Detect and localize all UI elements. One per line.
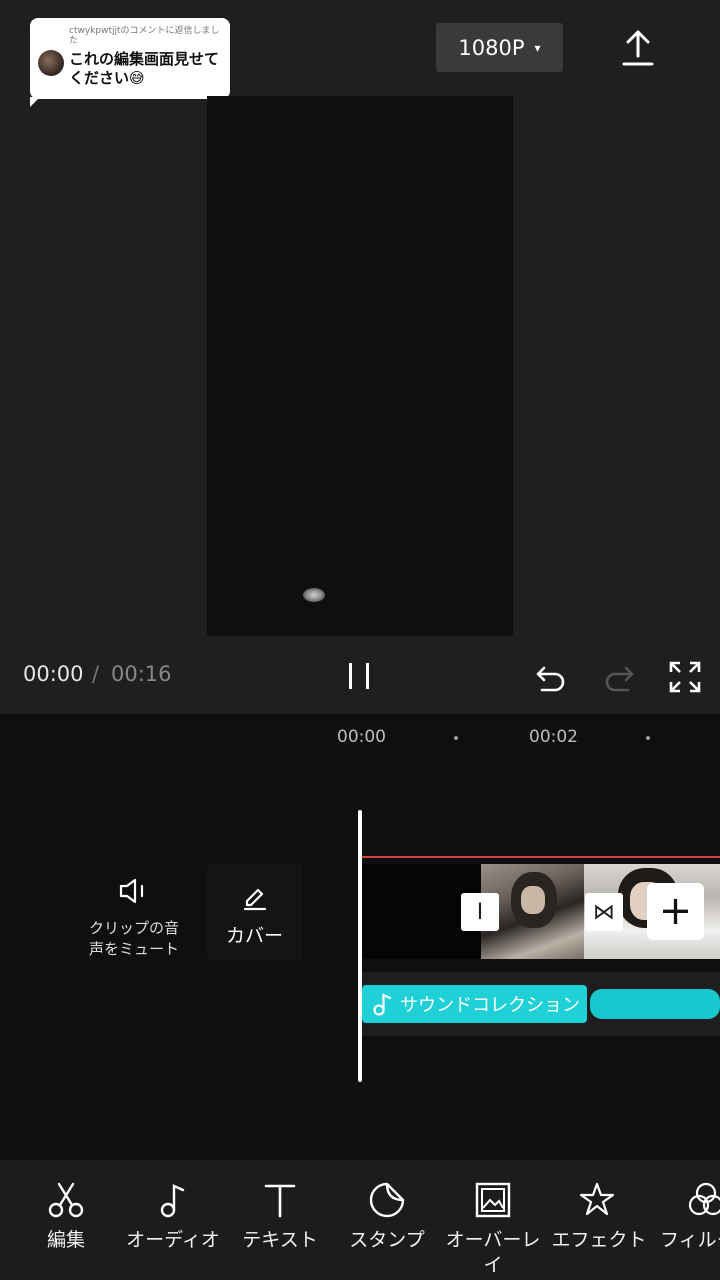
overlay-icon xyxy=(475,1182,511,1218)
current-time: 00:00 xyxy=(23,662,84,686)
tool-filter[interactable]: フィルター xyxy=(652,1180,720,1253)
tool-edit[interactable]: 編集 xyxy=(14,1180,118,1253)
tool-label: 編集 xyxy=(46,1229,85,1251)
filter-icon xyxy=(688,1182,720,1216)
tool-sticker[interactable]: スタンプ xyxy=(335,1180,439,1253)
redo-icon xyxy=(605,666,634,692)
tool-label: テキスト xyxy=(242,1229,318,1251)
tool-label: オーバーレイ xyxy=(445,1229,541,1276)
tool-label: スタンプ xyxy=(349,1229,425,1251)
audio-clip-extension xyxy=(590,989,720,1019)
resolution-dropdown[interactable]: 1080P ▾ xyxy=(436,23,563,72)
export-button[interactable] xyxy=(620,28,656,68)
music-note-icon xyxy=(373,993,392,1016)
resolution-label: 1080P xyxy=(458,35,525,60)
tool-label: オーディオ xyxy=(126,1229,220,1251)
tool-label: フィルター xyxy=(660,1229,720,1251)
video-preview[interactable] xyxy=(207,96,513,636)
time-separator: / xyxy=(92,662,100,686)
tool-effects[interactable]: エフェクト xyxy=(547,1180,651,1253)
audio-clip[interactable]: サウンドコレクション xyxy=(362,985,587,1023)
tool-text[interactable]: テキスト xyxy=(228,1180,332,1253)
transition-button[interactable]: ⋈ xyxy=(585,893,623,931)
comment-meta: ctwykpwtjjtのコメントに返信しました xyxy=(69,26,220,46)
pencil-icon xyxy=(243,888,266,911)
undo-icon xyxy=(536,666,565,692)
tool-label: エフェクト xyxy=(551,1229,647,1251)
add-clip-button[interactable]: + xyxy=(647,883,704,940)
playhead[interactable] xyxy=(358,810,362,1082)
cover-button[interactable]: カバー xyxy=(207,865,302,959)
preview-highlight xyxy=(303,588,325,602)
thumbnail-shape xyxy=(521,886,545,914)
fullscreen-button[interactable] xyxy=(668,660,702,694)
speaker-icon xyxy=(119,878,144,904)
cover-label: カバー xyxy=(225,925,283,947)
total-time: 00:16 xyxy=(111,662,172,686)
redo-button[interactable] xyxy=(602,660,636,694)
tool-overlay[interactable]: オーバーレイ xyxy=(441,1180,545,1278)
ruler-tick xyxy=(646,736,650,740)
avatar xyxy=(38,50,64,76)
pause-button[interactable] xyxy=(344,660,376,692)
audio-clip-label: サウンドコレクション xyxy=(400,995,580,1016)
mute-label: クリップの音声をミュート xyxy=(88,919,179,958)
tool-audio[interactable]: オーディオ xyxy=(121,1180,225,1253)
text-icon xyxy=(264,1184,296,1218)
effects-star-icon xyxy=(579,1182,615,1216)
pause-icon xyxy=(349,663,369,689)
undo-button[interactable] xyxy=(534,660,568,694)
mute-clip-audio-button[interactable]: クリップの音声をミュート xyxy=(82,876,186,966)
comment-reply-bubble: ctwykpwtjjtのコメントに返信しました これの編集画面見せてください😅 xyxy=(30,18,230,107)
ruler-tick xyxy=(454,736,458,740)
music-note-icon xyxy=(160,1184,185,1218)
ruler-label-2: 00:02 xyxy=(529,727,578,747)
clip-trim-handle[interactable]: I xyxy=(461,893,499,931)
video-track-border xyxy=(361,856,720,858)
upload-icon xyxy=(622,30,654,66)
caret-down-icon: ▾ xyxy=(534,40,541,55)
comment-text: これの編集画面見せてください😅 xyxy=(69,50,220,87)
ruler-label-0: 00:00 xyxy=(337,727,386,747)
scissors-icon xyxy=(48,1182,84,1218)
fullscreen-icon xyxy=(669,661,701,693)
sticker-icon xyxy=(369,1182,405,1218)
